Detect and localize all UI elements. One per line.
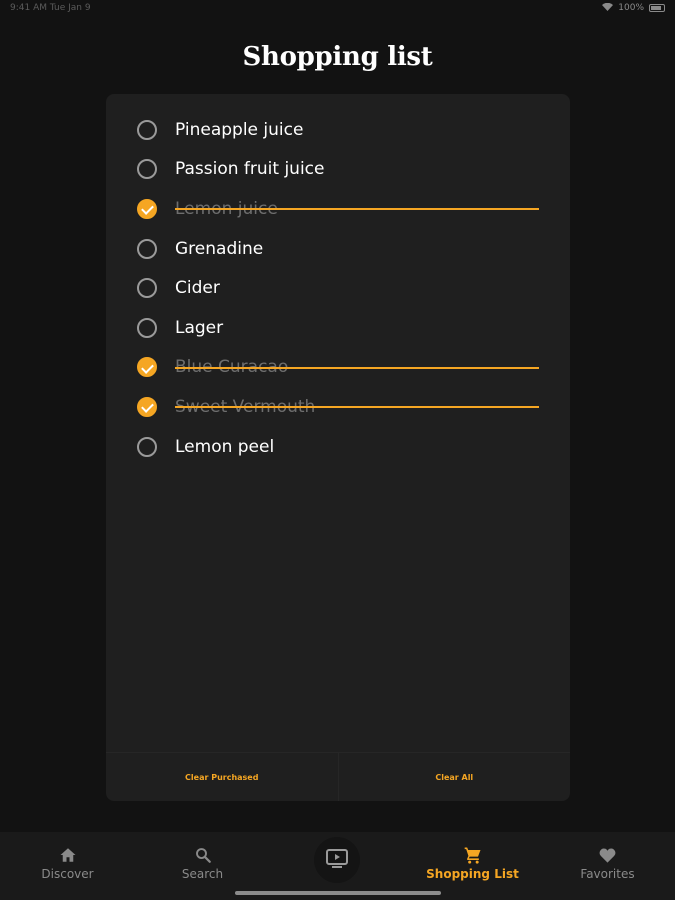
tab-favorites[interactable]: Favorites [540, 832, 675, 888]
list-item[interactable]: Blue Curacao [106, 348, 570, 388]
clear-all-button[interactable]: Clear All [339, 753, 571, 801]
status-bar: 9:41 AM Tue Jan 9 100% [0, 0, 675, 16]
tab-label: Search [181, 867, 224, 881]
status-right: 100% [602, 2, 665, 14]
clear-purchased-button[interactable]: Clear Purchased [106, 753, 338, 801]
list-item[interactable]: Lager [106, 308, 570, 348]
battery-icon [649, 4, 665, 12]
list-item[interactable]: Lemon peel [106, 427, 570, 467]
item-label: Pineapple juice [175, 119, 304, 140]
list-item[interactable]: Passion fruit juice [106, 150, 570, 190]
item-label: Cider [175, 278, 220, 299]
list-item[interactable]: Grenadine [106, 229, 570, 269]
wifi-icon [602, 2, 614, 14]
tab-label: Shopping List [426, 867, 519, 881]
checkbox-circle-icon[interactable] [137, 119, 157, 140]
tab-shopping-list[interactable]: Shopping List [405, 832, 540, 888]
list-item[interactable]: Cider [106, 268, 570, 308]
checkbox-circle-icon[interactable] [137, 159, 157, 180]
center-video-button[interactable] [314, 837, 360, 883]
item-label: Passion fruit juice [175, 159, 325, 180]
checkbox-circle-icon[interactable] [137, 436, 157, 457]
item-label: Grenadine [175, 238, 264, 259]
list-actions-footer: Clear Purchased Clear All [106, 752, 570, 801]
tab-discover[interactable]: Discover [0, 832, 135, 888]
status-time: 9:41 AM Tue Jan 9 [10, 3, 91, 13]
list-item[interactable]: Pineapple juice [106, 110, 570, 150]
item-label: Lemon peel [175, 436, 275, 457]
checkmark-circle-icon[interactable] [137, 396, 157, 417]
cart-icon [463, 845, 483, 865]
battery-percent: 100% [618, 3, 644, 13]
tab-label: Favorites [580, 867, 635, 881]
heart-icon [598, 845, 618, 865]
page-title: Shopping list [242, 42, 433, 72]
tab-search[interactable]: Search [135, 832, 270, 888]
home-indicator [235, 891, 441, 895]
strikethrough-line [175, 406, 539, 409]
strikethrough-line [175, 366, 539, 369]
strikethrough-line [175, 208, 539, 211]
checkbox-circle-icon[interactable] [137, 238, 157, 259]
tab-label: Discover [41, 867, 94, 881]
list-item[interactable]: Sweet Vermouth [106, 387, 570, 427]
home-icon [58, 845, 78, 865]
checkbox-circle-icon[interactable] [137, 278, 157, 299]
tv-play-icon [325, 847, 349, 873]
list-item[interactable]: Lemon juice [106, 189, 570, 229]
shopping-list-card: Pineapple juice Passion fruit juice Lemo… [106, 94, 570, 801]
checkmark-circle-icon[interactable] [137, 357, 157, 378]
checkbox-circle-icon[interactable] [137, 317, 157, 338]
search-icon [193, 845, 213, 865]
item-label: Lager [175, 317, 224, 338]
checkmark-circle-icon[interactable] [137, 198, 157, 219]
